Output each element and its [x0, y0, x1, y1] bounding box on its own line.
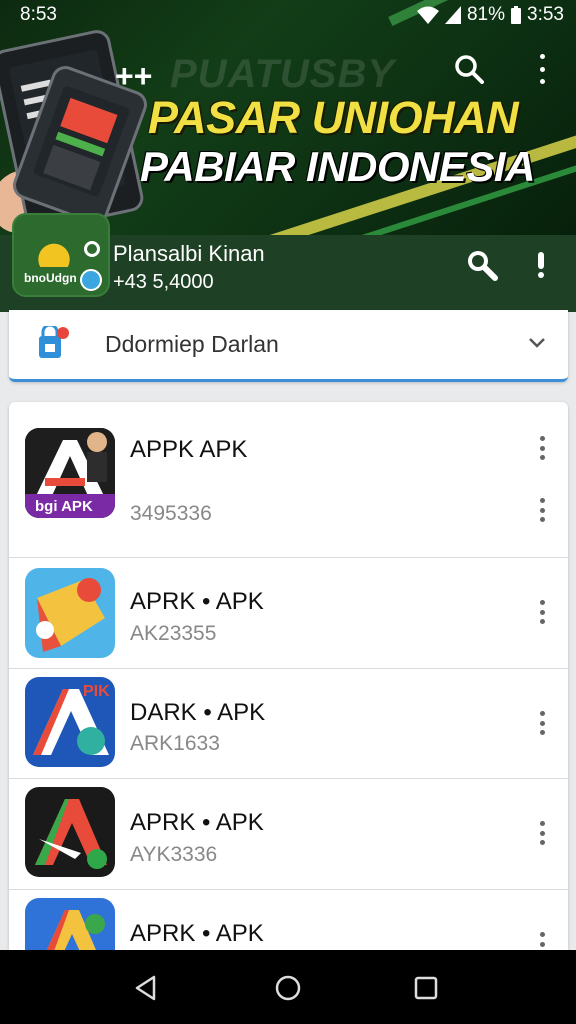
- category-dropdown[interactable]: Ddormiep Darlan: [9, 310, 568, 382]
- navigation-bar: [0, 950, 576, 1024]
- banner-title: PASAR UNIOHAN: [148, 92, 519, 143]
- battery-percent: 81%: [466, 4, 506, 25]
- app-icon-label: PIK: [83, 683, 110, 700]
- app-subtitle: AYK3336: [130, 843, 218, 866]
- app-icon-label: bgi APK: [35, 498, 93, 515]
- header-banner: PUATUSBY ++ PASAR UNIOHAN PABIAR INDONES…: [0, 0, 576, 235]
- more-vert-icon[interactable]: [538, 498, 546, 522]
- status-bar: 8:53 81% 3:53: [0, 0, 576, 30]
- battery-icon: [511, 6, 522, 24]
- search-icon[interactable]: [454, 54, 484, 84]
- more-vert-icon[interactable]: [536, 54, 548, 84]
- app-name: APRK • APK: [130, 920, 264, 947]
- logo-text: bnoUdgn: [24, 271, 77, 285]
- app-subtitle: AK23355: [130, 622, 217, 645]
- gear-badge-icon: [84, 241, 100, 257]
- app-name: APRK • APK: [130, 588, 264, 615]
- banner-subtitle: PABIAR INDONESIA: [140, 143, 535, 190]
- store-icon: [39, 326, 69, 358]
- app-icon: [25, 787, 115, 877]
- search-icon[interactable]: [464, 248, 498, 282]
- verified-badge-icon: [80, 269, 102, 291]
- recents-icon[interactable]: [412, 974, 440, 1002]
- list-item[interactable]: APRK • APK AYK3336: [9, 779, 568, 890]
- app-name: DARK • APK: [130, 699, 266, 726]
- app-list: bgi APK APPK APK 3495336 APRK • APK AK23…: [9, 402, 568, 962]
- profile-name: Plansalbi Kinan: [113, 241, 265, 266]
- alert-icon[interactable]: [536, 252, 546, 278]
- app-name: APRK • APK: [130, 809, 264, 836]
- more-vert-icon[interactable]: [538, 436, 546, 460]
- list-item[interactable]: APRK • APK AK23355: [9, 558, 568, 669]
- app-icon: PIK: [25, 677, 115, 767]
- profile-logo[interactable]: bnoUdgn: [12, 213, 110, 297]
- list-item[interactable]: PIK DARK • APK ARK1633: [9, 669, 568, 779]
- dropdown-label: Ddormiep Darlan: [105, 331, 279, 357]
- more-vert-icon[interactable]: [538, 711, 546, 735]
- app-subtitle: 3495336: [130, 502, 212, 525]
- app-icon: [25, 568, 115, 658]
- app-name: APPK APK: [130, 436, 248, 463]
- wifi-icon: [416, 6, 439, 24]
- signal-icon: [444, 6, 461, 24]
- status-time-right: 3:53: [527, 4, 564, 25]
- app-icon: bgi APK: [25, 428, 115, 518]
- app-subtitle: ARK1633: [130, 732, 220, 755]
- list-item[interactable]: bgi APK APPK APK 3495336: [9, 402, 568, 558]
- back-icon[interactable]: [132, 974, 160, 1002]
- chevron-down-icon[interactable]: [527, 332, 547, 352]
- status-time: 8:53: [20, 4, 57, 25]
- more-vert-icon[interactable]: [538, 600, 546, 624]
- profile-subtitle: +43 5,4000: [113, 271, 214, 293]
- more-vert-icon[interactable]: [538, 821, 546, 845]
- eagle-emblem-icon: [30, 229, 78, 267]
- banner-background-text: PUATUSBY: [170, 52, 396, 96]
- plus-decoration-icon: ++: [115, 58, 153, 94]
- home-icon[interactable]: [274, 974, 302, 1002]
